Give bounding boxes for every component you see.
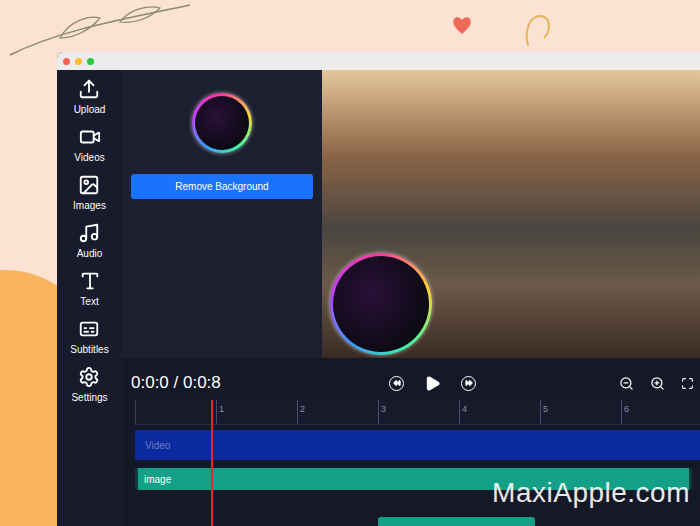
- app-window: Upload Videos Images Audio Text Subtitles Sett…: [57, 52, 700, 526]
- rewind-icon: [393, 379, 401, 387]
- leaf-icon: [0, 0, 200, 60]
- remove-background-button[interactable]: Remove Background: [131, 174, 313, 199]
- forward-button[interactable]: [461, 376, 476, 391]
- rewind-button[interactable]: [389, 376, 404, 391]
- sidebar-item[interactable]: Settings: [71, 366, 107, 405]
- video-track[interactable]: Video: [135, 430, 700, 460]
- heart-icon: [450, 14, 474, 36]
- zoom-button[interactable]: [87, 58, 94, 65]
- zoom-out-icon[interactable]: [619, 376, 634, 391]
- subtitles-icon: [78, 318, 100, 340]
- clip-track[interactable]: [378, 517, 535, 526]
- asset-panel: Remove Background: [122, 70, 322, 358]
- ruler-tick: 6: [621, 400, 700, 424]
- close-button[interactable]: [63, 58, 70, 65]
- play-icon[interactable]: [424, 375, 441, 392]
- zoom-in-icon[interactable]: [650, 376, 665, 391]
- ruler-tick: 3: [378, 400, 459, 424]
- ruler-tick: 4: [459, 400, 540, 424]
- preview-bubble: [330, 253, 432, 355]
- loop-icon: [520, 10, 560, 50]
- ruler-tick: 5: [540, 400, 621, 424]
- watermark: MaxiApple.com: [492, 472, 690, 514]
- asset-thumbnail: [192, 93, 252, 153]
- ruler: 123456: [135, 400, 700, 425]
- sidebar-item[interactable]: Subtitles: [70, 318, 108, 357]
- fit-icon[interactable]: [681, 377, 694, 390]
- minimize-button[interactable]: [75, 58, 82, 65]
- sidebar-item[interactable]: Text: [79, 270, 101, 309]
- ruler-tick: 2: [297, 400, 378, 424]
- time-display: 0:0:0 / 0:0:8: [131, 370, 389, 396]
- music-icon: [78, 222, 100, 244]
- sidebar-item[interactable]: Videos: [74, 126, 104, 165]
- playhead[interactable]: [211, 400, 213, 526]
- sidebar-item[interactable]: Audio: [77, 222, 103, 261]
- gear-icon: [78, 366, 100, 388]
- text-icon: [79, 270, 101, 292]
- ruler-tick: 1: [216, 400, 297, 424]
- screen: Upload Videos Images Audio Text Subtitles Sett…: [0, 0, 700, 526]
- title-bar: [57, 52, 700, 70]
- sidebar-item[interactable]: Upload: [74, 78, 106, 117]
- forward-icon: [465, 379, 473, 387]
- upload-icon: [78, 78, 100, 100]
- preview: [322, 70, 700, 358]
- image-icon: [78, 174, 100, 196]
- sidebar-item[interactable]: Images: [73, 174, 106, 213]
- video-icon: [79, 126, 101, 148]
- sidebar: Upload Videos Images Audio Text Subtitles Sett…: [57, 70, 122, 526]
